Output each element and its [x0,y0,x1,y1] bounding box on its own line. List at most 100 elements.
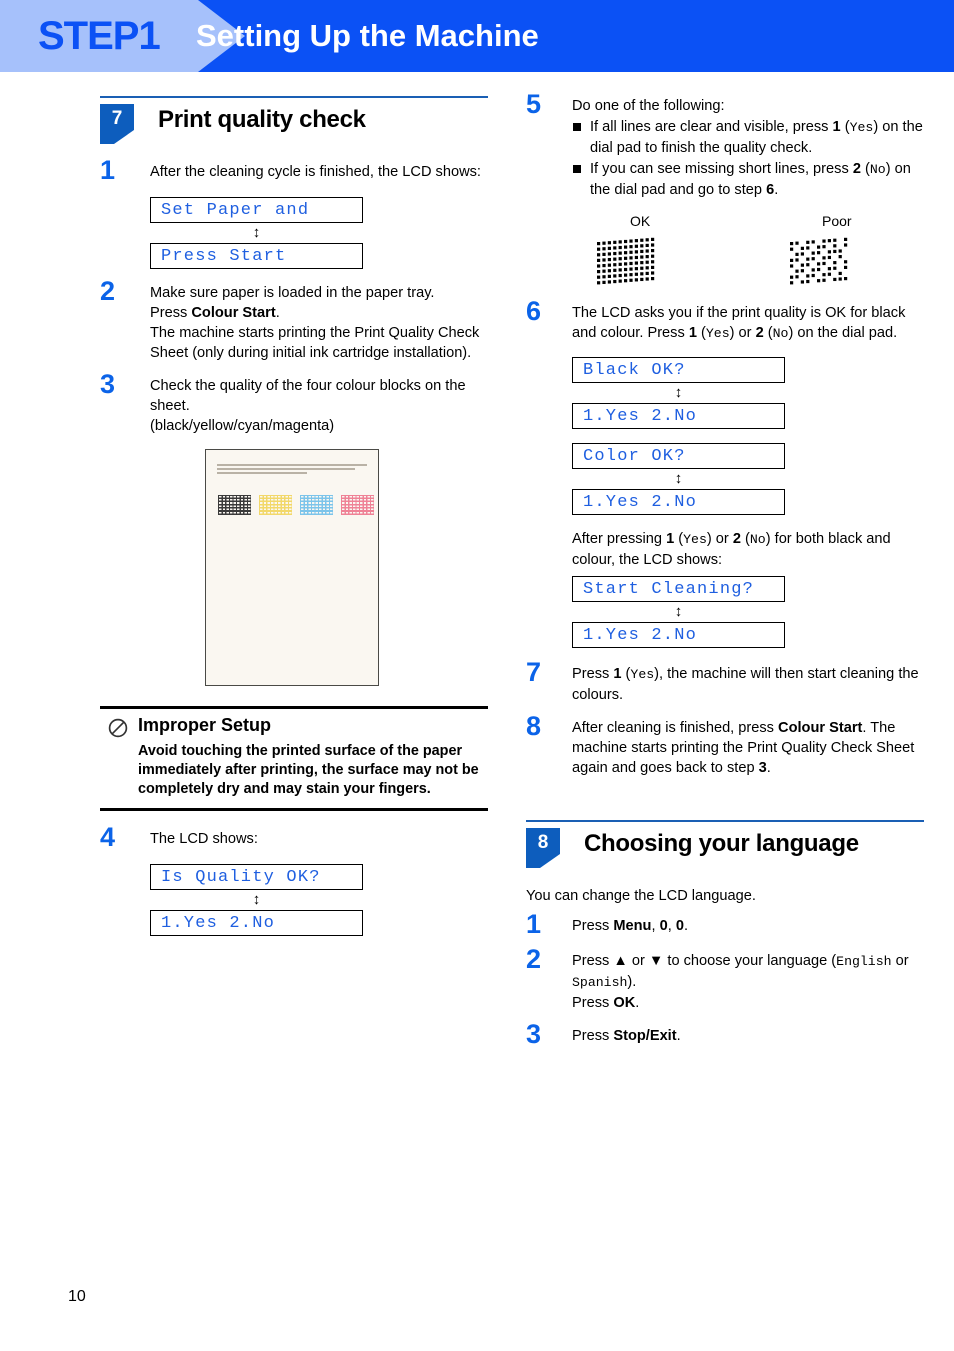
section-divider [100,96,488,98]
lcd-display-is-quality-ok: Is Quality OK? [150,864,363,890]
after-pre: After pressing [572,531,667,547]
ls2-l2end: . [635,995,640,1011]
after-key2: 2 [732,531,741,547]
language-step-3: 3 Press Stop/Exit. [526,1021,924,1048]
step-number: 6 [526,296,542,326]
prohibited-icon [108,718,128,743]
section-title: Print quality check [158,106,366,133]
warning-text: Avoid touching the printed surface of th… [138,743,479,797]
step-number: 5 [526,89,542,119]
step2-line2-pre: Press [150,305,192,321]
step2-line2-post: . [275,305,280,321]
menu-key: Menu [613,918,652,934]
step3-line1: Check the quality of the four colour blo… [150,378,466,414]
step2-colour-start-key: Colour Start [191,305,276,321]
okpoor-patterns [572,237,924,291]
lcd-display-yes-no-cleaning: 1.Yes 2.No [572,622,785,648]
lcd-transition-arrow-icon: ↕ [674,603,683,620]
step6-p1c: ) or [729,325,756,341]
step6-key2: 2 [755,325,764,341]
step3-line2: (black/yellow/cyan/magenta) [150,418,335,434]
step-5: 5 Do one of the following: If all lines … [526,91,924,200]
step-8: 8 After cleaning is finished, press Colo… [526,713,924,778]
step8-pre: After cleaning is finished, press [572,720,779,736]
lcd-transition-arrow-icon: ↕ [252,224,261,241]
label-ok: OK [630,213,651,229]
section-number-badge: 8 [526,828,560,868]
after-mono1: Yes [683,532,707,547]
sheet-microtext [217,464,367,476]
step8-colour-start-key: Colour Start [778,720,863,736]
step6-p2o: ( [763,325,773,341]
step-number: 2 [526,944,542,974]
step-1: 1 After the cleaning cycle is finished, … [100,157,488,184]
step-4: 4 The LCD shows: [100,824,488,851]
b1-key: 1 [832,119,841,135]
language-step-1: 1 Press Menu, 0, 0. [526,911,924,938]
label-poor: Poor [822,213,852,229]
list-item: If all lines are clear and visible, pres… [572,117,924,158]
magenta-block [341,495,374,515]
right-column: 5 Do one of the following: If all lines … [526,91,924,1061]
step6-key1: 1 [688,325,697,341]
section-number-badge: 7 [100,104,134,144]
okpoor-labels: OK Poor [572,213,924,233]
section-print-quality-check: 7 Print quality check [100,96,488,148]
step8-end: . [766,760,771,776]
ls2-mid: or [891,953,909,969]
print-quality-check-sheet-image [205,449,488,686]
after-mono2: No [749,532,766,547]
left-column: 7 Print quality check 1 After the cleani… [100,96,488,936]
step-text: The LCD shows: [150,831,258,847]
lcd-display-yes-no-color: 1.Yes 2.No [572,489,785,515]
ls2-pre: Press ▲ or ▼ to choose your language ( [572,953,837,969]
banner-title: Setting Up the Machine [196,18,539,53]
b1-mono: Yes [849,120,874,135]
cyan-block [300,495,333,515]
b1-pre: If all lines are clear and visible, pres… [590,119,833,135]
after-p1c: ) or [706,531,733,547]
step5-bullet-list: If all lines are clear and visible, pres… [572,117,924,200]
page-banner: STEP1 Setting Up the Machine [0,0,954,72]
lcd-display-color-ok: Color OK? [572,443,785,469]
step2-line3: The machine starts printing the Print Qu… [150,325,480,361]
lcd-transition-arrow-icon: ↕ [252,891,261,908]
step-number: 1 [526,909,542,939]
after-key1: 1 [666,531,675,547]
step6-p1o: ( [696,325,706,341]
improper-setup-warning: Improper Setup Avoid touching the printe… [100,706,488,811]
lcd-display-yes-no-black: 1.Yes 2.No [572,403,785,429]
lcd-transition-arrow-icon: ↕ [674,470,683,487]
after-p1o: ( [674,531,684,547]
step-number: 8 [526,711,542,741]
after-p2o: ( [740,531,750,547]
ls1-m1: , [651,918,660,934]
language-step-2: 2 Press ▲ or ▼ to choose your language (… [526,946,924,1013]
ls3-end: . [676,1028,681,1044]
b2-mono: No [869,162,886,177]
step5-intro: Do one of the following: [572,98,725,114]
step6-after-text: After pressing 1 (Yes) or 2 (No) for bot… [572,529,924,570]
pattern-ok-image [594,237,656,292]
b2-end: . [774,182,779,198]
banner-step-label: STEP1 [38,14,161,58]
ls2-post: ). [627,974,637,990]
section-choosing-your-language: 8 Choosing your language [526,820,924,872]
step-3: 3 Check the quality of the four colour b… [100,371,488,436]
ls2-l2pre: Press [572,995,614,1011]
ok-key: OK [613,995,636,1011]
step-text: After the cleaning cycle is finished, th… [150,164,481,180]
stop-exit-key: Stop/Exit [613,1028,677,1044]
zero-key-2: 0 [675,918,684,934]
section-divider [526,820,924,822]
lcd-display-start-cleaning: Start Cleaning? [572,576,785,602]
ls3-pre: Press [572,1028,614,1044]
language-intro: You can change the LCD language. [526,888,756,904]
sheet-colour-blocks [218,495,374,515]
black-block [218,495,251,515]
step8-stepref: 3 [758,760,767,776]
list-item: If you can see missing short lines, pres… [572,159,924,200]
step-number: 3 [526,1019,542,1049]
step6-mono1: Yes [705,326,730,341]
bullet-square-icon [573,123,581,131]
